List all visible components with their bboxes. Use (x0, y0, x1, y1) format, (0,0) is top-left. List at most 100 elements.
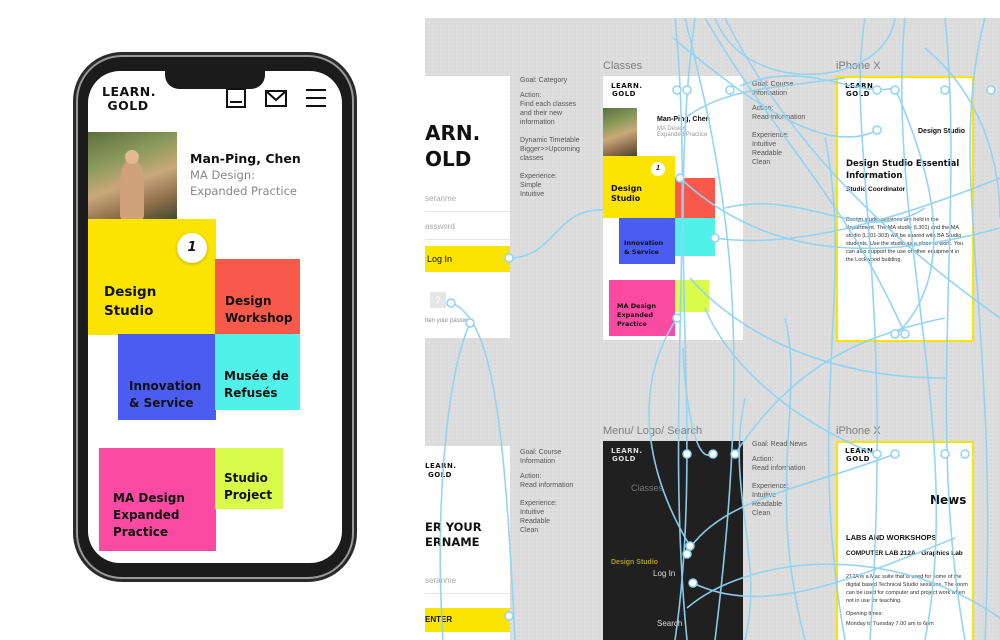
login-password-field[interactable]: assword (425, 222, 510, 240)
tile-musee-line2: Refusés (224, 386, 278, 400)
menu-screen: LEARN. GOLD Classes Design Studio Log In… (603, 441, 743, 640)
news-screen: LEARN. GOLD News LABS AND WORKSHOPS COMP… (836, 441, 974, 640)
ann-login-action-7: classes (520, 155, 544, 162)
profile-name: Man-Ping, Chen (190, 151, 301, 166)
studio-info-logo-1: LEARN. (845, 82, 877, 90)
menu-logo: LEARN. GOLD (611, 447, 642, 463)
login-title-line2: OLD (425, 147, 472, 171)
tile-design-studio-line2: Studio (104, 303, 154, 319)
ann-login-experience: Experience: (520, 173, 557, 180)
menu-classes-item[interactable]: Classes (631, 483, 663, 493)
classes-tile-workshop[interactable] (675, 178, 715, 218)
ann-login-goal: Goal: Category (520, 77, 568, 84)
tile-studio-project[interactable]: Studio Project (215, 448, 283, 509)
frame-label-classes: Classes (603, 60, 643, 72)
news-title: News (930, 493, 967, 507)
ann-classes-goal2: Information (752, 90, 788, 97)
ann-login-exp-1: Simple (520, 182, 542, 189)
ann-classes-action: Action: (752, 105, 774, 112)
ann-login-action-2: and their new (520, 110, 563, 117)
notification-badge[interactable]: 1 (177, 233, 207, 263)
help-icon[interactable]: ? (430, 292, 446, 308)
ann-classes-experience: Experience: (752, 132, 789, 139)
enter-title-line1: ER YOUR (425, 520, 482, 534)
classes-tile-ma[interactable]: MA Design Expanded Practice (609, 280, 675, 336)
book-icon[interactable] (226, 88, 246, 108)
studio-info-subtitle: Studio Coordinator (846, 186, 906, 193)
classes-logo: LEARN. GOLD (611, 82, 643, 98)
tile-studio-project-line1: Studio (224, 471, 268, 485)
ann-login-action-5: Dynamic Timetable (520, 137, 580, 144)
enter-username-field[interactable]: seranme (425, 576, 510, 594)
ann-login-action-6: Bigger>>Upcoming (520, 146, 580, 153)
ann-menu-action-1: Read information (752, 465, 806, 472)
frame-label-menu: Menu/ Logo/ Search (603, 425, 703, 437)
ann-classes-action-1: Read information (752, 114, 806, 121)
tile-design-workshop[interactable]: Design Workshop (215, 259, 300, 335)
classes-program: MA Design: Expanded Practice (657, 126, 708, 138)
studio-info-tag: Design Studio (918, 128, 966, 135)
tile-ma-line1: MA Design (113, 491, 185, 505)
ann-menu-experience: Experience: (752, 483, 789, 490)
classes-badge[interactable]: 1 (651, 162, 665, 176)
login-button[interactable]: Log In (425, 246, 510, 272)
tile-innovation-service[interactable]: Innovation & Service (118, 334, 216, 420)
phone-mockup: LEARN. GOLD Man-Ping, Chen MA Design: Ex… (78, 57, 352, 577)
logo-line1: LEARN. (102, 84, 157, 99)
ann-classes-exp-3: Clean (752, 159, 771, 166)
studio-info-body: Design studio sessions are held in the d… (846, 217, 964, 263)
phone-notch (165, 71, 265, 89)
tile-ma-line2: Expanded (113, 508, 180, 522)
ann-enter-exp-1: Intuitive (520, 509, 545, 516)
classes-tile-studio-project[interactable] (675, 280, 709, 312)
ann-classes-exp-2: Readable (752, 150, 782, 157)
ann-enter-action: Action: (520, 473, 542, 480)
profile-program-line1: MA Design: (190, 168, 256, 182)
tile-musee-de-refuses[interactable]: Musée de Refusés (215, 334, 300, 410)
classes-logo-2: GOLD (612, 90, 636, 98)
tile-ma-line3: Practice (113, 525, 169, 539)
enter-logo: LEARN. GOLD (425, 462, 456, 480)
profile-program-line2: Expanded Practice (190, 184, 297, 198)
ann-enter-goal: Goal: Course (520, 449, 562, 456)
annotation-enter: Goal: Course Information Action: Read in… (520, 448, 588, 535)
prototype-canvas[interactable]: ARN. OLD seranme assword Log In ? tten y… (425, 18, 1000, 640)
menu-search-item[interactable]: Search (657, 619, 682, 628)
profile-photo (88, 132, 177, 220)
menu-logo-2: GOLD (612, 455, 636, 463)
classes-tile-musee[interactable] (675, 218, 715, 256)
classes-tile-innovation[interactable]: Innovation & Service (619, 218, 675, 264)
enter-username-screen: LEARN. GOLD ER YOUR ERNAME seranme ENTER (425, 446, 510, 640)
menu-login-item[interactable]: Log In (653, 569, 675, 578)
tile-innovation-line1: Innovation (129, 379, 202, 393)
enter-button[interactable]: ENTER (425, 608, 510, 632)
annotation-menu: Goal: Read News Action: Read information… (752, 440, 820, 518)
news-logo: LEARN. GOLD (845, 447, 876, 463)
ann-menu-exp-2: Readable (752, 501, 782, 508)
classes-logo-1: LEARN. (611, 82, 643, 90)
enter-title: ER YOUR ERNAME (425, 520, 482, 550)
news-section: LABS AND WORKSHOPS (846, 533, 937, 542)
ann-menu-exp-1: Intuitive (752, 492, 777, 499)
logo-line2: GOLD (107, 98, 149, 113)
forgot-password-link[interactable]: tten your passwor (425, 318, 472, 324)
ann-login-action: Action: (520, 92, 542, 99)
menu-design-studio-item[interactable]: Design Studio (611, 559, 658, 566)
menu-icon[interactable] (306, 88, 326, 108)
annotation-login: Goal: Category Action: Find each classes… (520, 76, 590, 199)
app-logo[interactable]: LEARN. GOLD (102, 84, 157, 113)
ann-classes-exp-1: Intuitive (752, 141, 777, 148)
studio-info-title: Design Studio Essential Information (846, 159, 960, 181)
news-hours: Monday to Tuesday 7.00 am to 6pm (846, 621, 934, 627)
ann-enter-goal2: Information (520, 458, 556, 465)
login-username-field[interactable]: seranme (425, 194, 510, 212)
news-opening: Opening times: (846, 611, 883, 617)
frame-label-iphone-bottom: iPhone X (836, 425, 881, 437)
tile-design-studio-line1: Design (104, 284, 157, 300)
mail-icon[interactable] (265, 88, 287, 108)
studio-info-logo: LEARN. GOLD (845, 82, 877, 98)
tile-ma-design-expanded-practice[interactable]: MA Design Expanded Practice (99, 448, 216, 551)
tile-studio-project-line2: Project (224, 488, 273, 502)
tile-musee-line1: Musée de (224, 369, 289, 383)
ann-enter-experience: Experience: (520, 500, 557, 507)
